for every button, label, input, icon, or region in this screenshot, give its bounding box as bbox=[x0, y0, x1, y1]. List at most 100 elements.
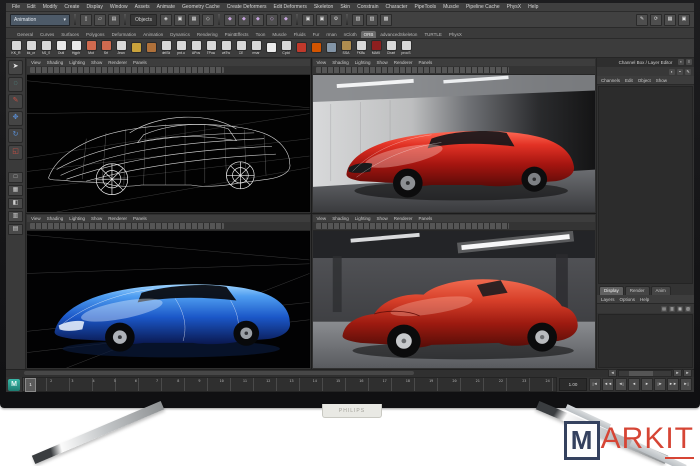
snap-plane-icon[interactable]: ◇ bbox=[265, 13, 278, 26]
menu-item[interactable]: Constrain bbox=[357, 4, 378, 10]
current-frame-marker[interactable]: 1 bbox=[25, 378, 36, 392]
channel-hyperbolic-icon[interactable]: ✎ bbox=[685, 68, 691, 75]
menu-item[interactable]: Modify bbox=[43, 4, 58, 10]
viewport-menu-item[interactable]: Renderer bbox=[108, 216, 127, 221]
viewport-menu-item[interactable]: Show bbox=[376, 60, 387, 65]
shelf-tab[interactable]: Fluids bbox=[291, 31, 309, 38]
shelf-tab[interactable]: General bbox=[14, 31, 36, 38]
input-connections-icon[interactable]: ▣ bbox=[301, 13, 314, 26]
shelf-tab[interactable]: TURTLE bbox=[421, 31, 444, 38]
select-tool-icon[interactable]: ➤ bbox=[8, 60, 23, 75]
menu-item[interactable]: Animate bbox=[157, 4, 175, 10]
layer-move-up-icon[interactable]: ▤ bbox=[661, 305, 667, 312]
play-backward-button[interactable]: ◄ bbox=[628, 378, 640, 391]
render-view-icon[interactable]: ▧ bbox=[351, 13, 364, 26]
viewport-menu-item[interactable]: View bbox=[31, 216, 41, 221]
menu-item[interactable]: Skeleton bbox=[314, 4, 333, 10]
shelf-button[interactable]: Outl bbox=[54, 41, 68, 55]
menu-item[interactable]: File bbox=[12, 4, 20, 10]
viewport-menu-item[interactable]: Show bbox=[91, 216, 102, 221]
paint-select-tool-icon[interactable]: ✎ bbox=[8, 94, 23, 109]
menu-item[interactable]: Edit Deformers bbox=[274, 4, 307, 10]
ipr-render-icon[interactable]: ▨ bbox=[365, 13, 378, 26]
viewport-menu-item[interactable]: Shading bbox=[332, 216, 349, 221]
shelf-button[interactable] bbox=[129, 43, 143, 53]
app-icon[interactable]: M bbox=[8, 378, 20, 391]
shelf-button[interactable]: Cptd bbox=[279, 41, 293, 55]
viewport-canvas-red-car[interactable] bbox=[312, 75, 596, 212]
shelf-button[interactable]: CE bbox=[234, 41, 248, 55]
layer-menu-item[interactable]: Help bbox=[640, 297, 649, 302]
shelf-tab[interactable]: Dynamics bbox=[167, 31, 193, 38]
menu-item[interactable]: Muscle bbox=[443, 4, 459, 10]
shelf-button[interactable]: APos bbox=[189, 41, 203, 55]
shelf-button[interactable]: delSk bbox=[159, 41, 173, 55]
viewport-menu-item[interactable]: Shading bbox=[47, 216, 64, 221]
shelf-button[interactable] bbox=[264, 43, 278, 53]
scroll-left-icon[interactable]: ◄ bbox=[608, 369, 617, 377]
layer-new-empty-icon[interactable]: ▦ bbox=[677, 305, 683, 312]
quick-layout-icon[interactable]: ▣ bbox=[678, 13, 690, 26]
layer-editor-tab[interactable]: Display bbox=[599, 286, 624, 295]
viewport-menu-item[interactable]: Renderer bbox=[108, 60, 127, 65]
move-tool-icon[interactable]: ✥ bbox=[8, 111, 23, 126]
viewport-menu-item[interactable]: View bbox=[317, 60, 327, 65]
viewport-menu-item[interactable]: Panels bbox=[133, 216, 147, 221]
layer-editor-tab[interactable]: Render bbox=[624, 286, 650, 295]
menu-item[interactable]: Character bbox=[385, 4, 407, 10]
channel-menu-item[interactable]: Object bbox=[638, 78, 651, 83]
viewport-menu-item[interactable]: Shading bbox=[332, 60, 349, 65]
viewport-menu-item[interactable]: Panels bbox=[419, 60, 433, 65]
menu-item[interactable]: Edit bbox=[27, 4, 36, 10]
shelf-button[interactable]: Hgph bbox=[69, 41, 83, 55]
snap-live-icon[interactable]: ◆ bbox=[279, 13, 292, 26]
open-scene-icon[interactable]: ▱ bbox=[94, 13, 106, 26]
menu-item[interactable]: Skin bbox=[340, 4, 350, 10]
sidebar-menu-icon[interactable]: ≡ bbox=[686, 59, 692, 65]
viewport-toolbar-icons[interactable] bbox=[30, 223, 224, 229]
viewport-toolbar-icons[interactable] bbox=[315, 67, 510, 73]
channel-menu-item[interactable]: Show bbox=[656, 78, 667, 83]
shelf-button[interactable]: AS_S bbox=[39, 41, 53, 55]
viewport-menu-item[interactable]: View bbox=[31, 60, 41, 65]
step-forward-key-button[interactable]: |► bbox=[654, 378, 666, 391]
menu-set-dropdown[interactable]: Animation ▾ bbox=[10, 13, 70, 26]
viewport-menu-item[interactable]: Renderer bbox=[394, 216, 413, 221]
shelf-button[interactable]: procS bbox=[399, 41, 413, 55]
viewport-toolbar-icons[interactable] bbox=[315, 223, 510, 229]
viewport-menu-item[interactable]: Panels bbox=[133, 60, 147, 65]
output-connections-icon[interactable]: ▣ bbox=[315, 13, 328, 26]
shelf-button[interactable]: Srt bbox=[99, 41, 113, 55]
quick-history-icon[interactable]: ⟳ bbox=[650, 13, 662, 26]
scroll-track[interactable] bbox=[618, 369, 672, 377]
viewport-menu-item[interactable]: Lighting bbox=[69, 216, 85, 221]
shelf-tab[interactable]: Rendering bbox=[194, 31, 221, 38]
scroll-end-icon[interactable]: ► bbox=[683, 369, 692, 377]
render-settings-icon[interactable]: ▩ bbox=[379, 13, 392, 26]
highlight-icon[interactable]: ◇ bbox=[201, 13, 214, 26]
select-component-icon[interactable]: ▦ bbox=[187, 13, 200, 26]
shelf-tab[interactable]: Fur bbox=[310, 31, 323, 38]
channel-speed-icon[interactable]: ◓ bbox=[677, 68, 683, 75]
shelf-tab[interactable]: rman bbox=[323, 31, 339, 38]
layer-move-down-icon[interactable]: ▥ bbox=[669, 305, 675, 312]
viewport-toolbar-icons[interactable] bbox=[30, 67, 224, 73]
layer-editor-tab[interactable]: Anim bbox=[650, 286, 671, 295]
rotate-tool-icon[interactable]: ↻ bbox=[8, 128, 23, 143]
menu-item[interactable]: Create bbox=[64, 4, 79, 10]
save-scene-icon[interactable]: ▤ bbox=[108, 13, 120, 26]
shelf-tab[interactable]: PhysX bbox=[446, 31, 465, 38]
layer-new-from-selected-icon[interactable]: ▧ bbox=[685, 305, 691, 312]
select-hierarchy-icon[interactable]: ◈ bbox=[159, 13, 172, 26]
channel-menu-item[interactable]: Channels bbox=[601, 78, 620, 83]
shelf-tab[interactable]: PaintEffects bbox=[222, 31, 252, 38]
shelf-tab[interactable]: Toon bbox=[253, 31, 269, 38]
viewport-menu-item[interactable]: Lighting bbox=[69, 60, 85, 65]
scroll-right-icon[interactable]: ► bbox=[673, 369, 682, 377]
shelf-tab[interactable]: Muscle bbox=[269, 31, 289, 38]
step-forward-frame-button[interactable]: ►► bbox=[667, 378, 679, 391]
shelf-tab[interactable]: Animation bbox=[140, 31, 166, 38]
menu-item[interactable]: Geometry Cache bbox=[182, 4, 220, 10]
layout-persp-outliner-icon[interactable]: ▥ bbox=[8, 211, 23, 222]
viewport-canvas-blue-car[interactable] bbox=[27, 231, 310, 368]
